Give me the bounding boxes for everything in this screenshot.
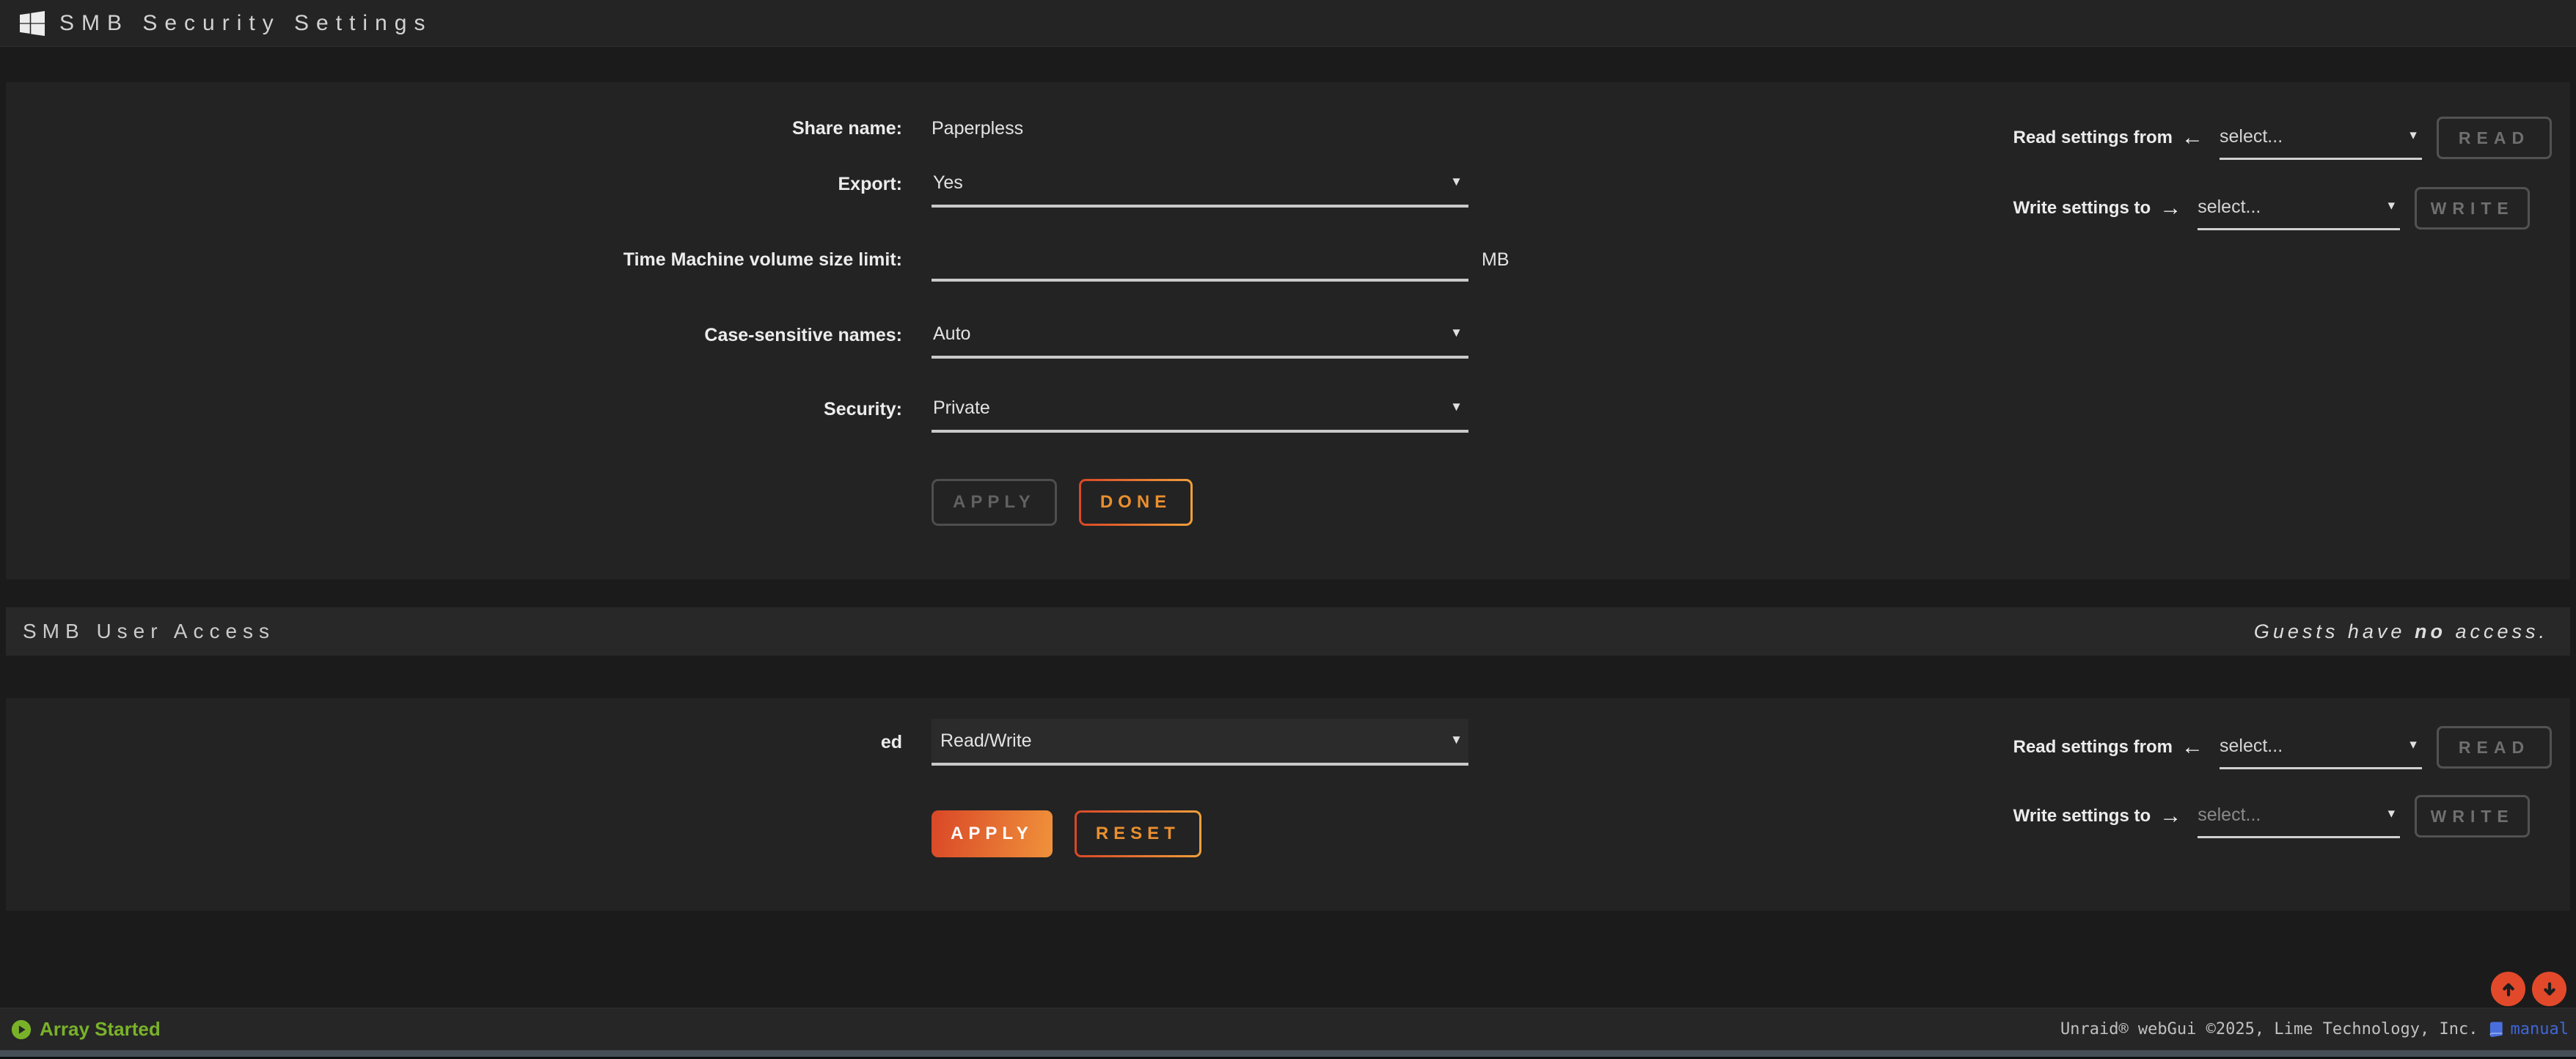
- user-access-select[interactable]: Read/Write ▼: [932, 719, 1468, 766]
- chevron-down-icon: ▼: [1450, 400, 1463, 413]
- array-status-text: Array Started: [40, 1018, 161, 1041]
- footer: Array Started Unraid® webGui ©2025, Lime…: [0, 1008, 2576, 1050]
- chevron-down-icon: ▼: [2407, 130, 2419, 142]
- scroll-buttons: [2491, 972, 2566, 1006]
- security-row: Security: Private ▼: [6, 386, 2570, 433]
- chevron-down-icon: ▼: [1450, 175, 1463, 188]
- smb-user-access-panel: ed Read/Write ▼ APPLY RESET Read setting…: [6, 698, 2570, 911]
- arrow-right-icon: →: [2159, 805, 2181, 827]
- chevron-down-icon: ▼: [2385, 808, 2397, 820]
- export-label: Export:: [6, 174, 902, 195]
- scroll-down-icon: [2539, 978, 2561, 1000]
- tm-limit-unit: MB: [1482, 249, 1510, 271]
- manual-link-label: manual: [2511, 1020, 2569, 1038]
- read-settings-row: Read settings from ← select... ▼ READ: [2013, 114, 2552, 161]
- guests-note-prefix: Guests have: [2254, 620, 2415, 642]
- book-icon: [2487, 1020, 2505, 1039]
- copyright-text: Unraid® webGui ©2025, Lime Technology, I…: [2060, 1020, 2478, 1038]
- write-settings-select[interactable]: select... ▼: [2198, 186, 2400, 230]
- chevron-down-icon: ▼: [1450, 733, 1463, 746]
- page-title: SMB Security Settings: [59, 11, 432, 36]
- smb-security-panel: Share name: Paperpless Export: Yes ▼ Tim…: [6, 82, 2570, 579]
- read-button[interactable]: READ: [2437, 726, 2552, 769]
- write-settings-row: Write settings to → select... ▼ WRITE: [2013, 793, 2552, 840]
- arrow-right-icon: →: [2159, 197, 2181, 219]
- section-title: SMB User Access: [23, 620, 275, 643]
- write-button[interactable]: WRITE: [2415, 187, 2530, 230]
- user-access-select-value: Read/Write: [939, 730, 1032, 752]
- page-header: SMB Security Settings: [0, 0, 2576, 47]
- write-button[interactable]: WRITE: [2415, 795, 2530, 838]
- read-settings-label-text: Read settings from: [2013, 128, 2173, 148]
- write-settings-label: Write settings to →: [2013, 197, 2182, 219]
- reset-button[interactable]: RESET: [1075, 810, 1201, 857]
- share-name-value: Paperpless: [932, 118, 1023, 139]
- write-settings-label: Write settings to →: [2013, 805, 2182, 827]
- read-settings-label-text: Read settings from: [2013, 737, 2173, 758]
- share-name-label: Share name:: [6, 118, 902, 139]
- read-button[interactable]: READ: [2437, 117, 2552, 159]
- windows-icon: [20, 11, 45, 36]
- export-select[interactable]: Yes ▼: [932, 161, 1468, 208]
- case-sensitive-row: Case-sensitive names: Auto ▼: [6, 312, 2570, 359]
- guests-note-emphasis: no: [2415, 620, 2446, 642]
- bottom-strip: [0, 1050, 2576, 1057]
- read-settings-row: Read settings from ← select... ▼ READ: [2013, 724, 2552, 771]
- case-sensitive-select[interactable]: Auto ▼: [932, 312, 1468, 359]
- smb-user-access-header: SMB User Access Guests have no access.: [6, 607, 2570, 656]
- read-settings-label: Read settings from ←: [2013, 127, 2203, 149]
- tm-volume-size-input[interactable]: [932, 238, 1468, 282]
- chevron-down-icon: ▼: [2385, 200, 2397, 212]
- smb-security-buttons: APPLY DONE: [932, 479, 2570, 526]
- array-status: Array Started: [10, 1018, 161, 1041]
- chevron-down-icon: ▼: [1450, 326, 1463, 339]
- write-settings-row: Write settings to → select... ▼ WRITE: [2013, 185, 2552, 232]
- scroll-to-top-button[interactable]: [2491, 972, 2525, 1006]
- footer-copyright-area: Unraid® webGui ©2025, Lime Technology, I…: [2060, 1020, 2569, 1039]
- write-settings-label-text: Write settings to: [2013, 198, 2151, 219]
- array-started-icon: [10, 1019, 32, 1041]
- done-button[interactable]: DONE: [1079, 479, 1193, 526]
- security-label: Security:: [6, 399, 902, 420]
- user-name-label: ed: [6, 732, 902, 753]
- export-select-value: Yes: [932, 172, 963, 194]
- guests-note-suffix: access.: [2446, 620, 2548, 642]
- apply-button[interactable]: APPLY: [932, 479, 1057, 526]
- write-settings-select[interactable]: select... ▼: [2198, 794, 2400, 838]
- security-select[interactable]: Private ▼: [932, 386, 1468, 433]
- arrow-left-icon: ←: [2181, 736, 2203, 758]
- read-settings-select[interactable]: select... ▼: [2220, 116, 2422, 160]
- read-settings-label: Read settings from ←: [2013, 736, 2203, 758]
- read-settings-select-value: select...: [2220, 736, 2283, 757]
- smb-security-settings-page: SMB Security Settings Share name: Paperp…: [0, 0, 2576, 1059]
- case-sensitive-label: Case-sensitive names:: [6, 325, 902, 346]
- manual-link[interactable]: manual: [2487, 1020, 2569, 1039]
- scroll-to-bottom-button[interactable]: [2532, 972, 2566, 1006]
- arrow-left-icon: ←: [2181, 127, 2203, 149]
- apply-button[interactable]: APPLY: [932, 810, 1053, 857]
- tm-limit-label: Time Machine volume size limit:: [6, 249, 902, 271]
- read-settings-select[interactable]: select... ▼: [2220, 725, 2422, 769]
- tm-limit-row: Time Machine volume size limit: MB: [6, 236, 2570, 283]
- case-sensitive-select-value: Auto: [932, 323, 970, 345]
- guests-access-note: Guests have no access.: [2254, 620, 2548, 643]
- write-settings-select-value: select...: [2198, 805, 2261, 826]
- settings-io-panel: Read settings from ← select... ▼ READ Wr…: [2013, 724, 2552, 840]
- settings-io-panel: Read settings from ← select... ▼ READ Wr…: [2013, 114, 2552, 232]
- chevron-down-icon: ▼: [2407, 739, 2419, 751]
- read-settings-select-value: select...: [2220, 126, 2283, 147]
- security-select-value: Private: [932, 397, 990, 419]
- write-settings-select-value: select...: [2198, 197, 2261, 218]
- write-settings-label-text: Write settings to: [2013, 806, 2151, 827]
- scroll-up-icon: [2498, 978, 2520, 1000]
